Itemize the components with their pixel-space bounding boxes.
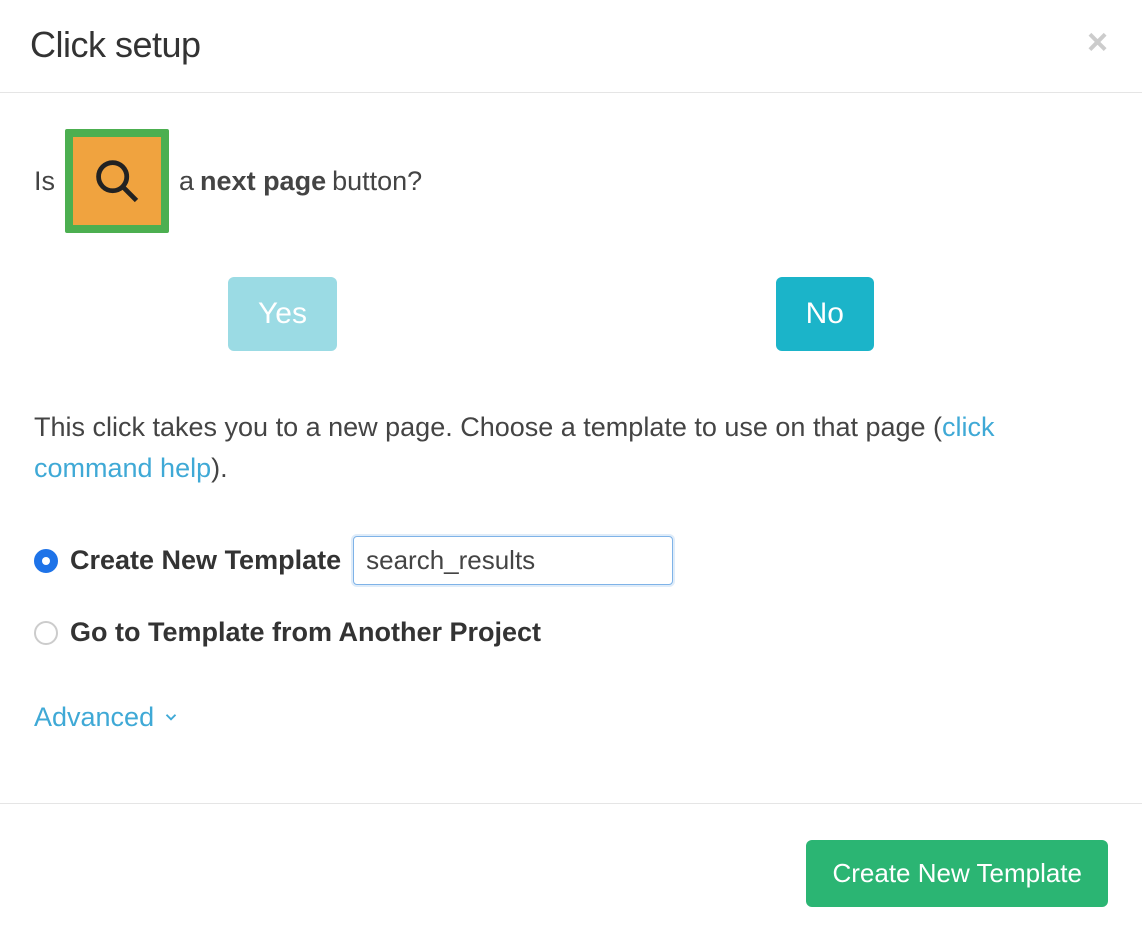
radio-goto-template[interactable] <box>34 621 58 645</box>
description-text: This click takes you to a new page. Choo… <box>34 407 1108 488</box>
advanced-toggle[interactable]: Advanced <box>34 702 180 733</box>
option-goto-template[interactable]: Go to Template from Another Project <box>34 617 1108 648</box>
question-text-part1: Is <box>34 166 55 197</box>
question-row: Is a next page button? <box>34 129 1108 233</box>
option-create-new-template[interactable]: Create New Template <box>34 536 1108 585</box>
create-new-template-label: Create New Template <box>70 545 341 576</box>
no-button[interactable]: No <box>776 277 874 351</box>
create-new-template-button[interactable]: Create New Template <box>806 840 1108 907</box>
template-name-input[interactable] <box>353 536 673 585</box>
goto-template-label: Go to Template from Another Project <box>70 617 541 648</box>
question-text-bold: next page <box>200 166 326 197</box>
question-text-part2: a <box>179 166 194 197</box>
radio-create-new-template[interactable] <box>34 549 58 573</box>
modal-title: Click setup <box>30 24 201 66</box>
click-setup-modal: Click setup × Is a next page button? Yes… <box>0 0 1142 943</box>
target-element-thumbnail <box>65 129 169 233</box>
modal-header: Click setup × <box>0 0 1142 93</box>
yes-button[interactable]: Yes <box>228 277 337 351</box>
description-part1: This click takes you to a new page. Choo… <box>34 412 942 442</box>
close-icon[interactable]: × <box>1083 24 1112 60</box>
question-text-part3: button? <box>332 166 422 197</box>
modal-body: Is a next page button? Yes No This click <box>0 93 1142 803</box>
modal-footer: Create New Template <box>0 803 1142 943</box>
magnifier-icon <box>73 137 161 225</box>
chevron-down-icon <box>162 702 180 733</box>
yes-no-row: Yes No <box>34 277 1108 351</box>
advanced-label: Advanced <box>34 702 154 733</box>
description-part2: ). <box>211 453 228 483</box>
